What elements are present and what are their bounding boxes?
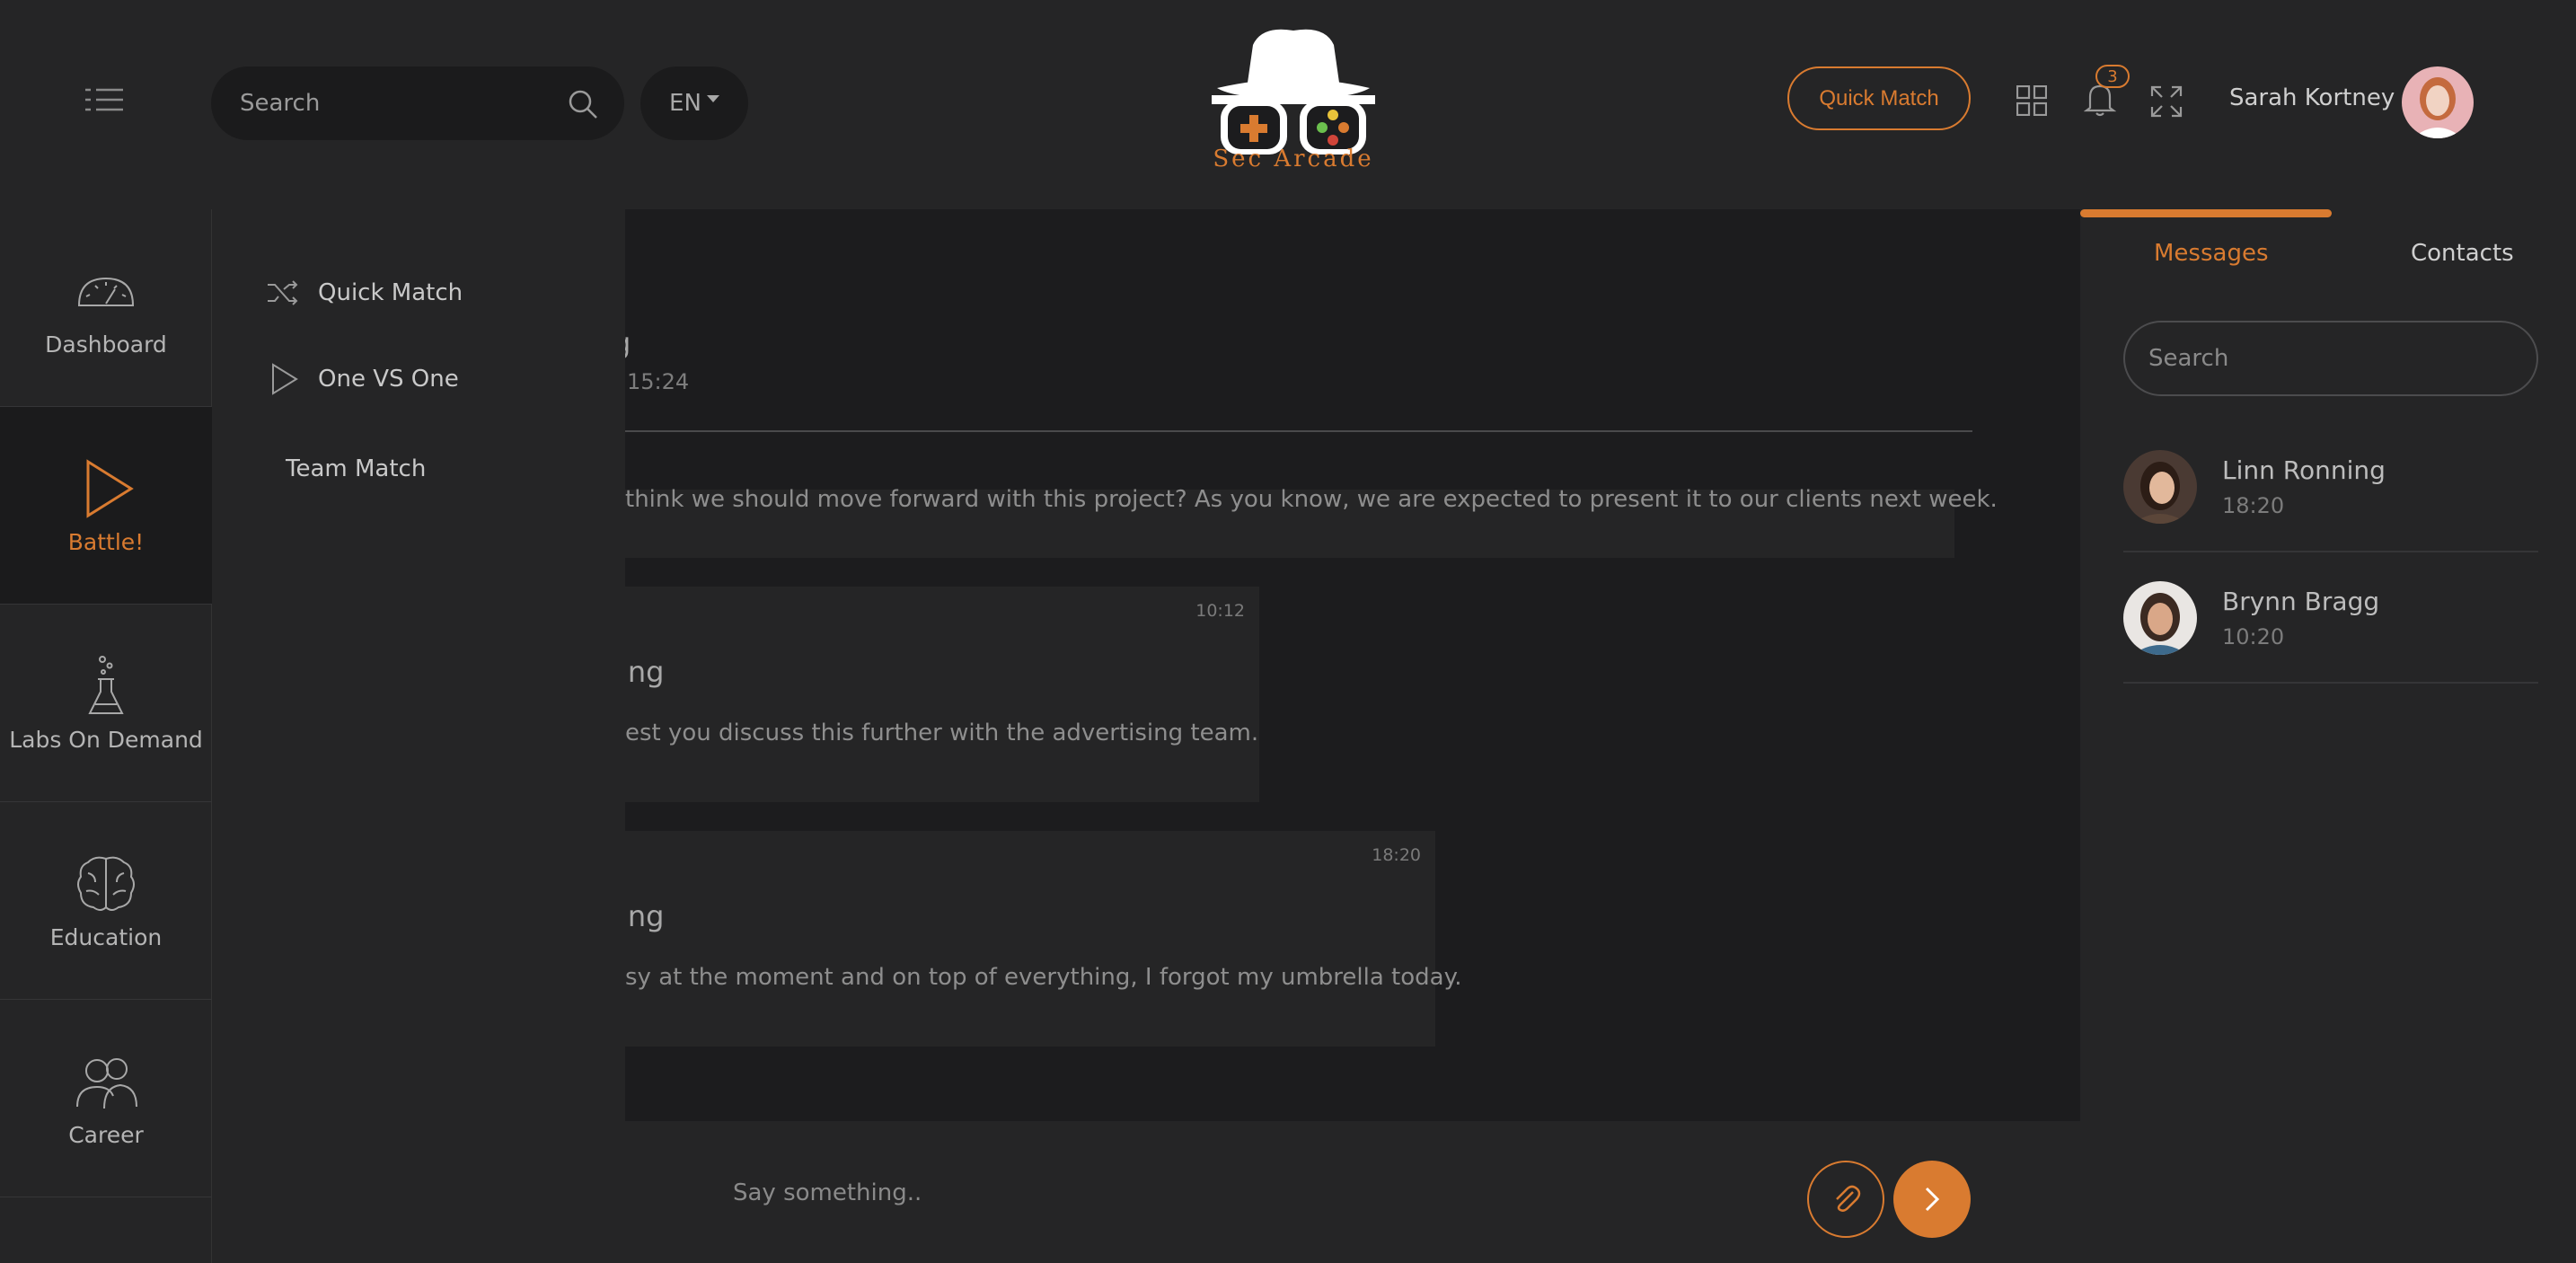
contact-avatar — [2123, 450, 2197, 524]
messages-panel: Messages Contacts Linn Ronning 18:20 Bry… — [2080, 209, 2576, 1263]
contact-time: 10:20 — [2222, 624, 2285, 649]
message-sender: ing — [625, 655, 665, 689]
submenu-team-match[interactable]: Team Match — [286, 446, 426, 491]
tab-messages[interactable]: Messages — [2154, 240, 2269, 267]
chat-title: g — [625, 326, 631, 360]
search-icon[interactable] — [567, 88, 599, 120]
nav-item-career[interactable]: Career — [0, 1000, 212, 1197]
attach-button[interactable] — [1807, 1161, 1884, 1238]
nav-label-career: Career — [68, 1121, 144, 1148]
submenu-label: One VS One — [318, 366, 459, 393]
chevron-right-icon — [1925, 1187, 1940, 1212]
play-icon — [86, 458, 134, 518]
people-icon — [76, 1057, 137, 1108]
submenu-one-vs-one[interactable]: One VS One — [266, 357, 459, 402]
header-search — [211, 66, 624, 140]
language-dropdown[interactable]: EN — [640, 66, 748, 140]
top-header: EN Sec Arcade Quick Match 3 S — [0, 0, 2576, 209]
message-bubble: think we should move forward with this p… — [625, 486, 1998, 558]
message-time: 10:12 — [1195, 601, 1245, 621]
chat-main: g 15:24 think we should move forward wit… — [625, 209, 2080, 1263]
contact-name: Linn Ronning — [2222, 455, 2386, 485]
shuffle-icon — [268, 280, 298, 305]
play-outline-icon — [272, 363, 298, 395]
panel-search-input[interactable] — [2148, 322, 2508, 394]
paperclip-icon — [1836, 1185, 1861, 1212]
nav-item-battle[interactable]: Battle! — [0, 407, 212, 605]
message-time: 18:20 — [1372, 845, 1421, 865]
user-name: Sarah Kortney — [2229, 84, 2395, 111]
brand-name: Sec Arcade — [1213, 146, 1374, 172]
message-text: sy at the moment and on top of everythin… — [625, 964, 1462, 991]
tab-contacts[interactable]: Contacts — [2411, 240, 2514, 267]
message-text: est you discuss this further with the ad… — [625, 720, 1259, 746]
main-sidebar: Dashboard Battle! Labs On Demand Educati… — [0, 209, 212, 1263]
message-input[interactable] — [733, 1166, 1721, 1220]
notification-badge: 3 — [2095, 65, 2130, 88]
battle-submenu: Quick Match One VS One Team Match — [212, 209, 625, 1263]
contact-avatar — [2123, 581, 2197, 655]
caret-down-icon — [706, 95, 719, 102]
chat-divider — [625, 430, 1972, 432]
contact-name: Brynn Bragg — [2222, 587, 2380, 616]
active-tab-indicator — [2080, 209, 2332, 217]
message-bubble: 18:20 ing sy at the moment and on top of… — [625, 831, 1462, 1047]
fullscreen-icon[interactable] — [2150, 85, 2183, 118]
contact-item[interactable]: Brynn Bragg 10:20 — [2123, 552, 2538, 684]
nav-label-education: Education — [49, 923, 163, 950]
brain-icon — [77, 856, 135, 911]
submenu-quick-match[interactable]: Quick Match — [266, 270, 463, 315]
nav-item-dashboard[interactable]: Dashboard — [0, 209, 212, 407]
nav-item-labs[interactable]: Labs On Demand — [0, 605, 212, 802]
user-avatar[interactable] — [2402, 66, 2474, 138]
submenu-label: Quick Match — [318, 279, 463, 306]
nav-item-education[interactable]: Education — [0, 802, 212, 1000]
quick-match-button[interactable]: Quick Match — [1787, 66, 1971, 130]
header-search-input[interactable] — [240, 66, 563, 140]
apps-grid-icon[interactable] — [2016, 85, 2047, 116]
flask-icon — [88, 655, 124, 714]
chat-time: 15:24 — [627, 369, 690, 394]
contact-item[interactable]: Linn Ronning 18:20 — [2123, 421, 2538, 552]
menu-toggle-icon[interactable] — [85, 86, 123, 113]
contact-time: 18:20 — [2222, 493, 2285, 518]
message-sender: ing — [625, 899, 665, 933]
language-label: EN — [669, 90, 701, 117]
message-bubble: 10:12 ing est you discuss this further w… — [625, 587, 1259, 802]
nav-label-battle: Battle! — [67, 528, 145, 555]
send-button[interactable] — [1893, 1161, 1971, 1238]
panel-search — [2123, 321, 2538, 396]
nav-label-dashboard: Dashboard — [45, 331, 167, 358]
message-text: think we should move forward with this p… — [625, 486, 1998, 513]
message-composer — [625, 1121, 2080, 1263]
nav-label-labs: Labs On Demand — [9, 726, 203, 753]
speedometer-icon — [77, 277, 135, 306]
submenu-label: Team Match — [286, 455, 427, 482]
